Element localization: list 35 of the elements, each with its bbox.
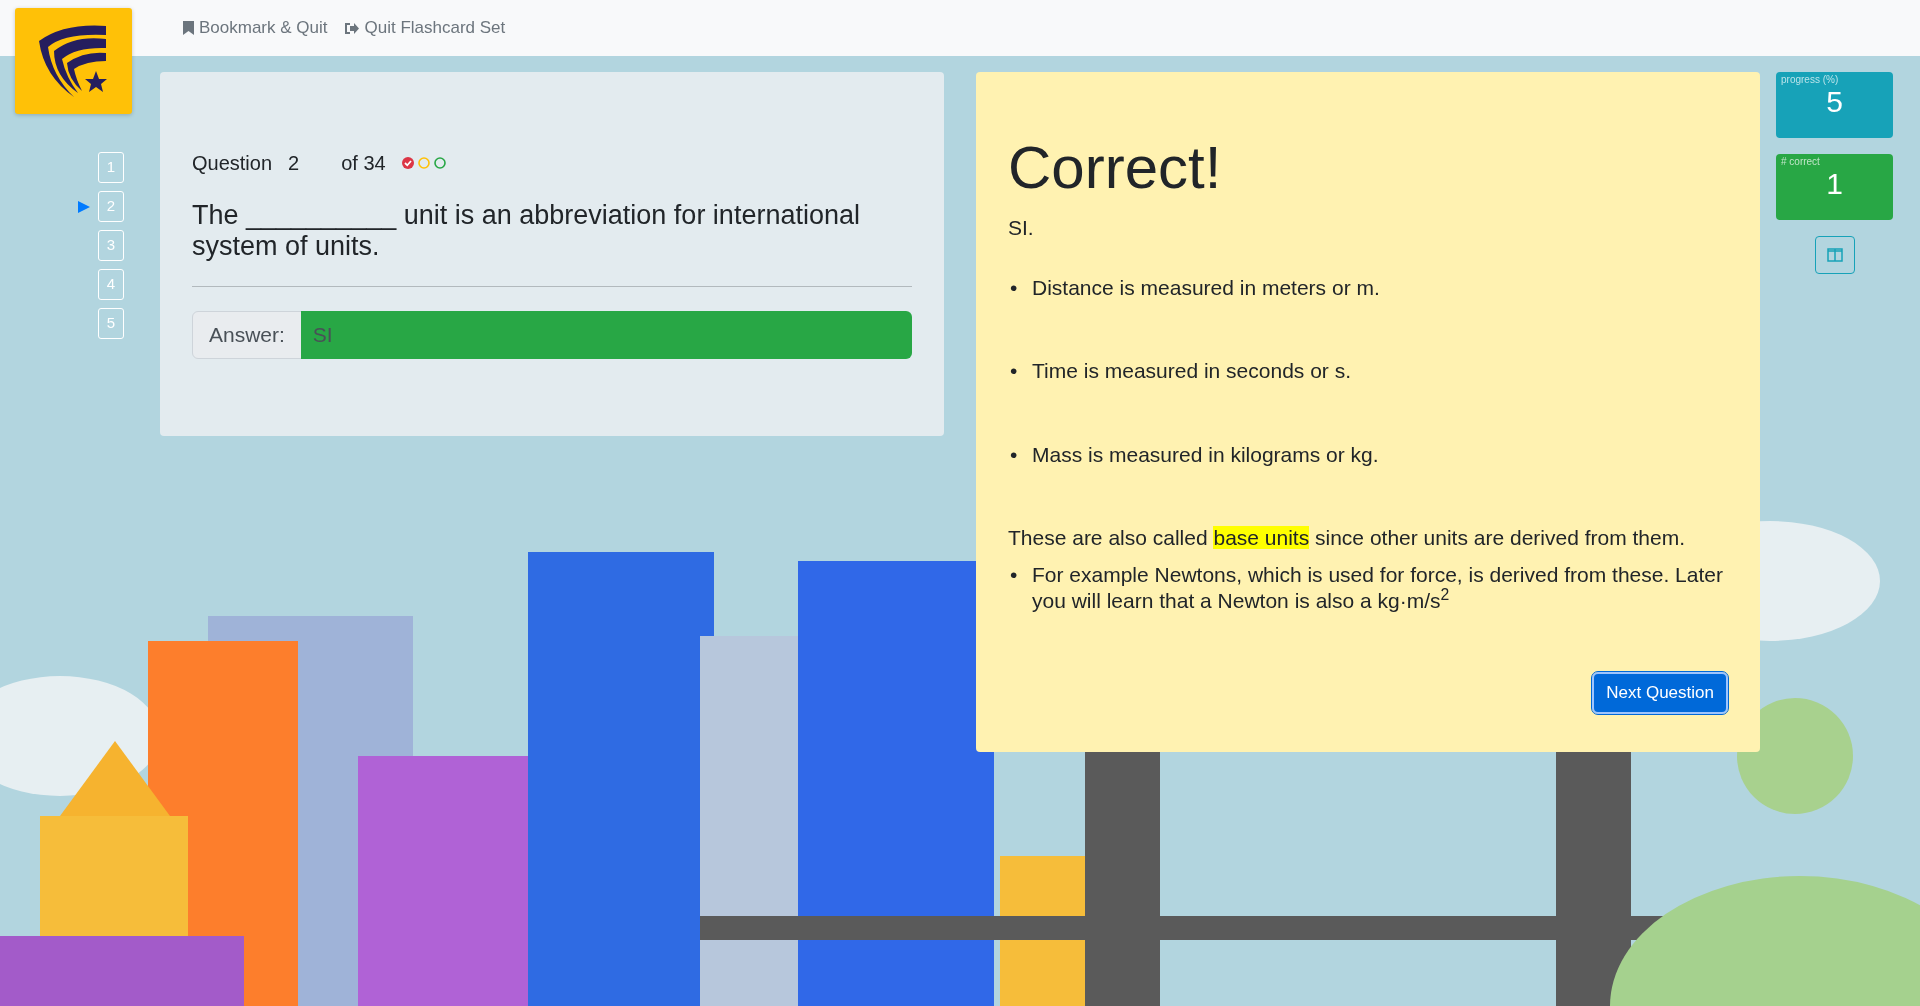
question-label: Question [192, 151, 273, 176]
question-number[interactable]: 1 [98, 152, 124, 183]
exit-icon [343, 21, 360, 35]
question-total: of 34 [341, 151, 386, 176]
bullet-mark: • [1010, 358, 1019, 384]
answer-field[interactable]: SI [300, 311, 912, 360]
note-text: These are also called base units since other units are derived from them. [1008, 525, 1687, 551]
nav-link[interactable]: Quit Flashcard Set [343, 15, 514, 41]
question-number[interactable]: 5 [98, 308, 124, 339]
bullet-text: Mass is measured in kilograms or kg. [1032, 441, 1379, 468]
answer-label: Answer: [192, 311, 302, 360]
bullet-text: For example Newtons, which is used for force, is derived from these. Later you will learn that a Newton is also a kg·m/s$^{2}$ [1032, 561, 1724, 614]
stat-value: 1 [1825, 167, 1844, 200]
next-question-button[interactable]: Next Question [1592, 672, 1728, 714]
question-text: The __________ unit is an abbreviation for international system of units. [192, 200, 861, 263]
stat-value: 5 [1825, 85, 1844, 118]
bookmark-icon [183, 21, 194, 35]
feedback-title: Correct! [1008, 133, 1223, 203]
question-number[interactable]: 3 [98, 230, 124, 261]
question-number[interactable]: 2 [98, 191, 124, 222]
answer-text: SI. [1008, 215, 1035, 241]
layout-toggle-button[interactable] [1814, 236, 1855, 274]
bullet-text: Time is measured in seconds or s. [1032, 358, 1351, 384]
pointer-icon [78, 200, 90, 213]
question-number-text: 2 [288, 151, 300, 176]
logo[interactable] [15, 8, 132, 114]
stat-label: # correct [1781, 156, 1821, 167]
columns-icon [1826, 248, 1843, 262]
bullet-mark: • [1010, 441, 1019, 468]
stat-label: progress (%) [1781, 74, 1840, 85]
question-number[interactable]: 4 [98, 269, 124, 300]
bullet-mark: • [1010, 274, 1019, 301]
bullet-mark: • [1010, 561, 1019, 588]
nav-link[interactable]: Bookmark & Quit [183, 15, 336, 41]
bullet-text: Distance is measured in meters or m. [1032, 274, 1380, 301]
